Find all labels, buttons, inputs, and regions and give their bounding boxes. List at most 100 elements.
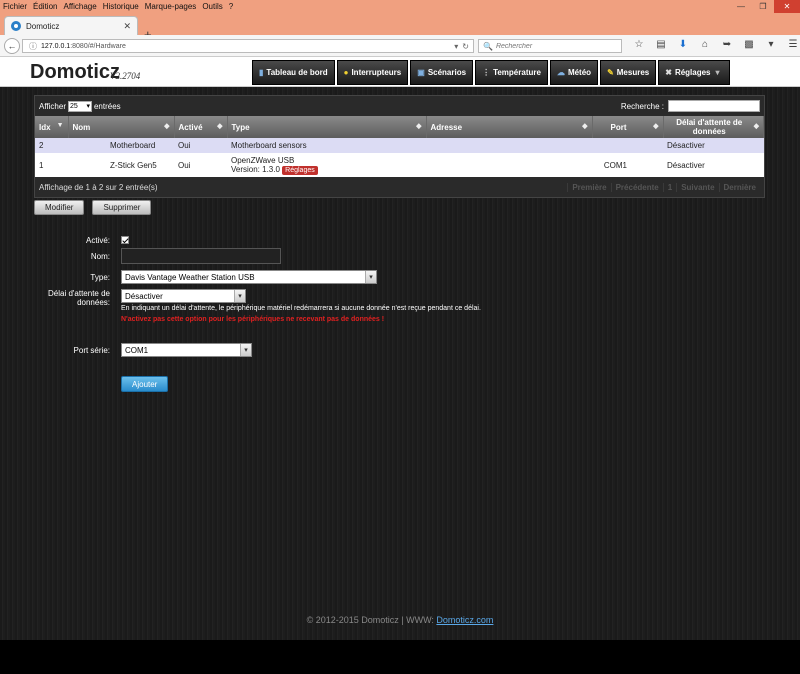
nav-setup[interactable]: ✖ Réglages ▾ [658,60,730,85]
content: Afficher 25 ▾ entrées Recherche : Idx ▼ No… [34,95,765,215]
pager-last[interactable]: Dernière [718,182,760,192]
table-search-input[interactable] [668,100,760,112]
col-header-label: Nom [72,122,91,132]
browser-search-bar[interactable]: 🔍 [478,39,622,53]
sort-icon: ◆ [753,123,759,130]
col-header-adresse[interactable]: Adresse ◆ [426,116,593,138]
table-header-row: Idx ▼ Nom ◆ Activé ◆ Type ◆ Adresse ◆ Port ◆ D… [35,116,764,138]
settings-badge-button[interactable]: Réglages [282,165,318,175]
nav-weather[interactable]: ☁ Météo [549,60,599,85]
chevron-down-icon: ▾ [240,344,251,356]
cell-active: Oui [174,138,227,153]
active-checkbox[interactable] [121,236,129,244]
dropdown-history-icon[interactable]: ▾ [454,42,458,51]
pager-first[interactable]: Première [567,182,610,192]
table-row[interactable]: 1 Z-Stick Gen5 Oui OpenZWave USB Version… [35,153,764,177]
minimize-icon[interactable]: — [730,0,752,13]
bookmark-star-icon[interactable]: ☆ [628,39,650,50]
menu-affichage[interactable]: Affichage [63,2,96,11]
thermometer-icon: ⋮ [482,68,491,77]
sort-icon: ▼ [56,122,64,129]
name-input[interactable] [121,248,281,264]
col-header-port[interactable]: Port ◆ [592,116,664,138]
overflow-menu-icon[interactable]: ▾ [760,39,782,50]
browser-menubar: Fichier Édition Affichage Historique Mar… [0,2,239,11]
share-icon[interactable]: ➥ [716,39,738,50]
pager-page-1[interactable]: 1 [662,182,676,192]
cell-nom: Motherboard [68,138,174,153]
address-bar[interactable]: ⓘ 127.0.0.1:8080/#/Hardware ▾ ↻ [22,39,474,53]
menu-fichier[interactable]: Fichier [3,2,27,11]
scenes-icon: ▣ [417,68,425,77]
page-footer: © 2012-2015 Domoticz | WWW: Domoticz.com [0,615,800,625]
app-logo[interactable]: Domoticz [30,61,120,84]
sort-icon: ◆ [582,123,588,130]
col-header-idx[interactable]: Idx ▼ [35,116,69,138]
nav-label: Scénarios [427,68,467,77]
tab-title: Domoticz [26,21,60,31]
extension-icon[interactable]: ▩ [738,39,760,50]
col-header-label: Idx [39,122,51,132]
cell-type-version-line: Version: 1.3.0 Réglages [231,165,422,175]
reload-icon[interactable]: ↻ [462,42,469,51]
hamburger-menu-icon[interactable]: ☰ [782,39,800,50]
modify-button[interactable]: Modifier [34,200,85,215]
menu-marque-pages[interactable]: Marque-pages [145,2,197,11]
browser-tab[interactable]: Domoticz ✕ [4,16,138,35]
search-icon: 🔍 [483,41,493,51]
col-header-nom[interactable]: Nom ◆ [68,116,175,138]
form-row-type: Type: Davis Vantage Weather Station USB ▾ [0,270,800,284]
col-header-label: Type [231,122,250,132]
pagination: Première Précédente 1 Suivante Dernière [567,182,760,192]
close-window-icon[interactable]: ✕ [774,0,800,13]
menu-historique[interactable]: Historique [103,2,139,11]
timeout-select[interactable]: Désactiver ▾ [121,289,246,303]
table-row[interactable]: 2 Motherboard Oui Motherboard sensors Dé… [35,138,764,153]
nav-utility[interactable]: ✎ Mesures [600,60,657,85]
form-row-port: Port série: COM1 ▾ [0,343,800,357]
nav-scenes[interactable]: ▣ Scénarios [410,60,474,85]
nav-temperature[interactable]: ⋮ Température [475,60,548,85]
browser-search-input[interactable] [495,42,606,50]
sort-icon: ◆ [416,123,422,130]
reading-list-icon[interactable]: ▤ [650,39,672,50]
footer-link[interactable]: Domoticz.com [436,615,493,625]
download-icon[interactable]: ⬇ [672,39,694,50]
nav-dashboard[interactable]: ▮ Tableau de bord [252,60,335,85]
domoticz-favicon-icon [11,21,21,31]
page-length-select[interactable]: 25 ▾ [67,100,92,112]
menu-edition[interactable]: Édition [33,2,57,11]
port-select[interactable]: COM1 ▾ [121,343,252,357]
table-controls: Afficher 25 ▾ entrées Recherche : [35,96,764,116]
cell-port: COM1 [592,153,663,177]
cell-type: Motherboard sensors [227,138,426,153]
chevron-down-icon: ▾ [234,290,245,302]
restore-icon[interactable]: ❐ [752,0,774,13]
pager-previous[interactable]: Précédente [610,182,663,192]
show-suffix: entrées [93,101,121,111]
add-button[interactable]: Ajouter [121,376,169,392]
back-button[interactable]: ← [4,38,20,54]
nav-label: Réglages [674,68,711,77]
col-header-active[interactable]: Activé ◆ [174,116,228,138]
chevron-down-icon: ▾ [715,68,720,77]
nav-label: Tableau de bord [266,68,328,77]
chevron-down-icon: ▾ [365,271,376,283]
main-nav: ▮ Tableau de bord ● Interrupteurs ▣ Scénari… [252,60,732,85]
cell-nom: Z-Stick Gen5 [68,153,174,177]
browser-navbar: ← ⓘ 127.0.0.1:8080/#/Hardware ▾ ↻ 🔍 ☆ ▤ … [0,35,800,57]
col-header-type[interactable]: Type ◆ [227,116,427,138]
pager-next[interactable]: Suivante [676,182,718,192]
home-icon[interactable]: ⌂ [694,39,716,50]
dashboard-icon: ▮ [259,68,264,77]
nav-switches[interactable]: ● Interrupteurs [336,60,409,85]
type-label: Type: [90,273,110,282]
tab-close-icon[interactable]: ✕ [123,21,131,32]
browser-tabstrip: Domoticz ✕ + [0,13,800,41]
delete-button[interactable]: Supprimer [92,200,152,215]
type-select[interactable]: Davis Vantage Weather Station USB ▾ [121,270,377,284]
col-header-delai[interactable]: Délai d'attente de données ◆ [663,116,764,138]
menu-outils[interactable]: Outils [202,2,222,11]
chevron-down-icon: ▾ [86,103,90,110]
menu-aide[interactable]: ? [229,2,233,11]
